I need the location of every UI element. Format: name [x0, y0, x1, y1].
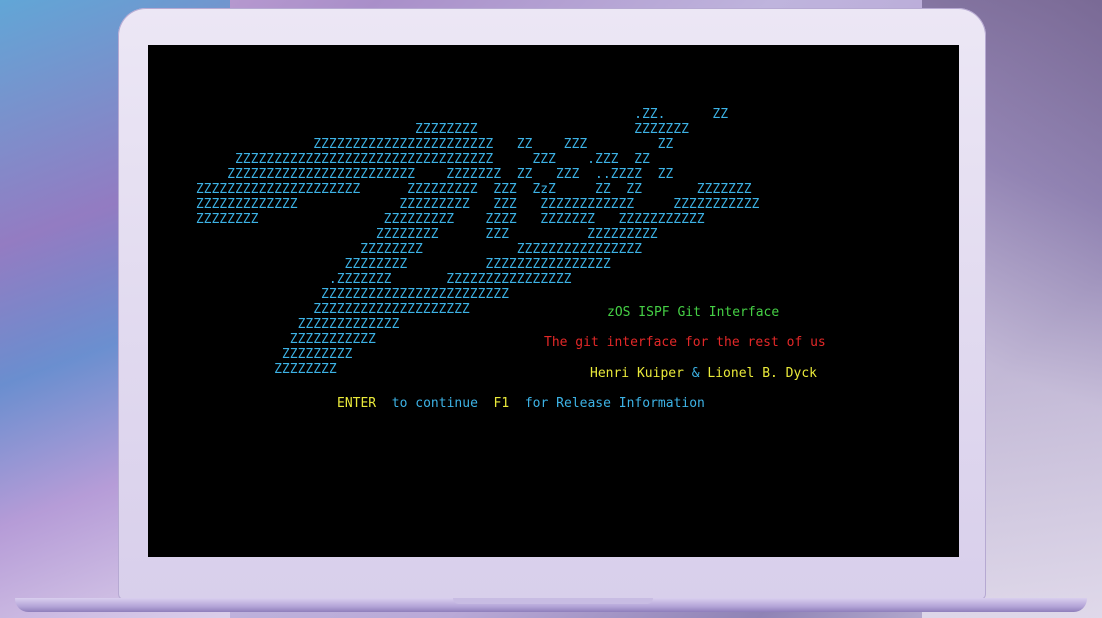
f1-key[interactable]: F1 [494, 396, 510, 411]
author-2: Lionel B. Dyck [707, 366, 817, 381]
release-info-text: for Release Information [524, 396, 705, 411]
ampersand: & [691, 366, 700, 381]
prompt-line: ENTER to continue F1 for Release Informa… [337, 396, 705, 411]
tagline: The git interface for the rest of us [544, 335, 826, 350]
enter-key[interactable]: ENTER [337, 396, 376, 411]
continue-text: to continue [391, 396, 478, 411]
authors-line: Henri Kuiper & Lionel B. Dyck [590, 366, 817, 381]
author-1: Henri Kuiper [590, 366, 684, 381]
subtitle: zOS ISPF Git Interface [607, 305, 780, 320]
laptop-notch [453, 598, 653, 604]
